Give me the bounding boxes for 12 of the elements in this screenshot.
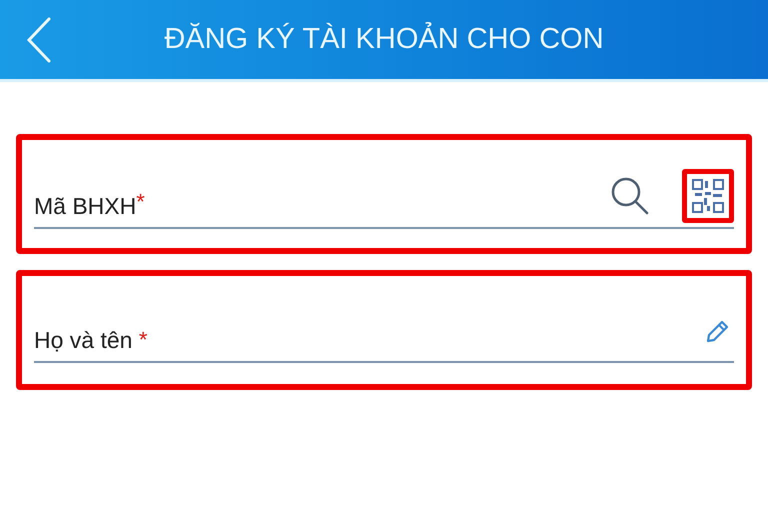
search-icon bbox=[610, 176, 650, 216]
qr-code-icon bbox=[691, 178, 725, 214]
back-icon bbox=[26, 17, 52, 63]
input-field[interactable]: Mã BHXH* bbox=[34, 169, 734, 229]
input-field[interactable]: Họ và tên * bbox=[34, 307, 734, 363]
required-mark: * bbox=[138, 326, 148, 354]
field-label: Mã BHXH bbox=[34, 192, 136, 220]
pencil-icon bbox=[704, 319, 730, 345]
qr-scan-button[interactable] bbox=[682, 169, 734, 223]
screen-title: ĐĂNG KÝ TÀI KHOẢN CHO CON bbox=[164, 21, 604, 57]
required-mark: * bbox=[136, 188, 145, 216]
field-label: Họ và tên bbox=[34, 326, 134, 354]
